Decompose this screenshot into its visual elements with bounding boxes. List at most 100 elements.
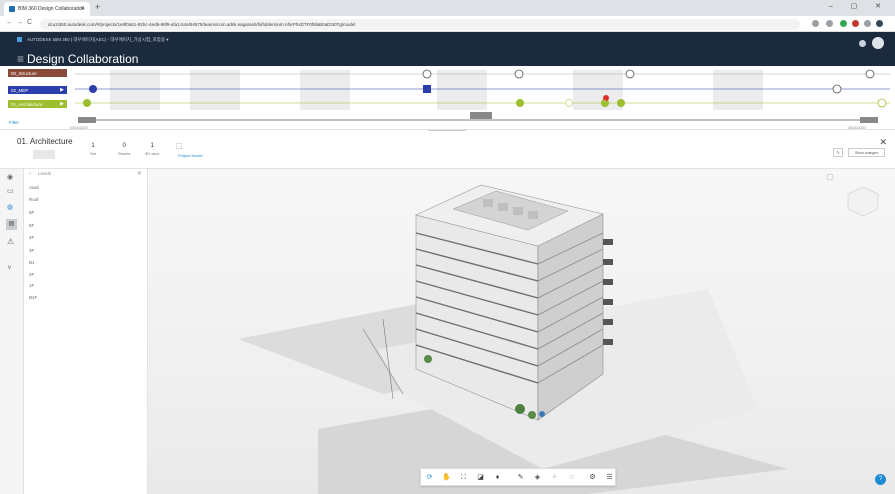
timeline-center-badge — [470, 112, 492, 119]
page-title: ≡ Design Collaboration — [17, 52, 138, 66]
section-tool-icon[interactable]: ◈ — [532, 472, 543, 483]
browser-tab-bar: BIM 360 Design Collaboration ✕ + – ▢ ✕ — [0, 0, 895, 16]
extension-icon[interactable] — [852, 20, 859, 27]
version-marker[interactable] — [565, 99, 573, 107]
level-item[interactable]: Roof — [29, 197, 39, 202]
profile-avatar[interactable] — [876, 20, 883, 27]
module-title: Design Collaboration — [27, 52, 139, 66]
properties-icon[interactable]: ☰ — [604, 472, 615, 483]
address-bar-row: ← → C dcu2i360.autodesk.com/#/projects/1… — [0, 16, 895, 32]
measure-tool-icon[interactable]: ✎ — [515, 472, 526, 483]
extension-icon[interactable] — [812, 20, 819, 27]
level-item[interactable]: 6F — [29, 210, 34, 215]
camera-icon[interactable]: ◪ — [475, 472, 486, 483]
version-marker[interactable] — [877, 98, 887, 108]
new-tab-button[interactable]: + — [95, 3, 100, 12]
reload-icon[interactable]: C — [27, 19, 32, 26]
browser-tab[interactable]: BIM 360 Design Collaboration ✕ — [4, 2, 90, 16]
range-end-date: 05/15/2020 — [848, 126, 866, 130]
tree — [515, 404, 525, 414]
play-icon: ▶ — [60, 87, 64, 93]
section-icon[interactable]: ▤ — [6, 219, 17, 230]
version-marker[interactable] — [516, 99, 524, 107]
level-item[interactable]: B1 — [29, 260, 35, 265]
extension-icon[interactable] — [840, 20, 847, 27]
level-item[interactable]: 2F — [29, 272, 34, 277]
timeline-band — [437, 70, 487, 110]
model-viewer[interactable] — [148, 169, 895, 494]
version-marker[interactable] — [423, 85, 431, 93]
roof-unit — [483, 199, 493, 207]
levels-icon[interactable]: ◍ — [7, 203, 13, 211]
walk-icon[interactable]: ♦ — [492, 472, 503, 483]
timeline-band — [300, 70, 350, 110]
project-selector[interactable]: | 대우에이치(AEC) - 대우에이치_가상시험_포함용 ▾ — [71, 37, 169, 42]
close-panel-button[interactable]: ✕ — [879, 137, 887, 148]
sheets-icon[interactable]: ▭ — [7, 187, 14, 195]
eye-icon[interactable]: ◉ — [7, 173, 13, 181]
timeline-panel: 1 — [0, 66, 895, 130]
view-cube-icon[interactable] — [847, 186, 879, 217]
measure-icon[interactable]: ᵛ — [8, 263, 11, 273]
markup-icon[interactable]: ◌ — [566, 472, 577, 483]
level-item[interactable]: 1F — [29, 283, 34, 288]
hamburger-menu-icon[interactable]: ≡ — [17, 52, 24, 66]
level-item[interactable]: 3F — [29, 248, 34, 253]
roof-unit — [513, 207, 523, 215]
range-start-handle[interactable] — [78, 117, 96, 123]
package-thumbnail — [33, 150, 55, 159]
model-icon: ⬚ — [176, 143, 183, 150]
level-item[interactable]: B1F — [29, 295, 37, 300]
home-view-icon[interactable] — [826, 173, 834, 181]
level-item[interactable]: 5F — [29, 223, 34, 228]
version-marker[interactable] — [83, 99, 91, 107]
show-changes-button[interactable]: Show changes — [848, 148, 885, 157]
url-input[interactable]: dcu2i360.autodesk.com/#/projects/1e8f0a5… — [40, 19, 800, 30]
package-architecture[interactable]: 01_Architecture ▶ — [8, 100, 67, 108]
back-icon[interactable]: ← — [6, 19, 13, 26]
settings-icon[interactable]: ⚙ — [587, 472, 598, 483]
range-start-date: 03/15/2020 — [70, 126, 88, 130]
tree — [424, 355, 432, 363]
filter-link[interactable]: Filter — [9, 120, 19, 125]
version-marker[interactable] — [865, 69, 875, 79]
building-model-render — [238, 173, 879, 494]
bookmark-star-icon[interactable] — [826, 20, 833, 27]
project-model-link[interactable]: Project Model — [178, 153, 202, 158]
version-marker[interactable] — [832, 84, 842, 94]
help-button[interactable]: ? — [875, 474, 886, 485]
close-levels-icon[interactable]: ✕ — [137, 170, 142, 177]
brand-row: AUTODESK BIM 360 | 대우에이치(AEC) - 대우에이치_가상… — [17, 37, 169, 43]
help-icon[interactable] — [859, 40, 866, 47]
favicon-icon — [9, 6, 15, 12]
pan-icon[interactable]: ✋ — [441, 472, 452, 483]
version-marker[interactable] — [89, 85, 97, 93]
level-item[interactable]: 4F — [29, 235, 34, 240]
version-marker[interactable] — [514, 69, 524, 79]
extension-icon[interactable] — [864, 20, 871, 27]
tree — [528, 411, 536, 419]
explode-icon[interactable]: ⁘ — [549, 472, 560, 483]
warning-icon[interactable]: ⚠ — [7, 237, 14, 246]
left-toolbar: ◉ ▭ ◍ ▤ ⚠ ᵛ — [0, 169, 24, 494]
version-marker[interactable] — [422, 69, 432, 79]
viewer-toolbar: ⟳ ✋ ⛶ ◪ ♦ ✎ ◈ ⁘ ◌ ⚙ ☰ — [420, 468, 616, 486]
user-avatar[interactable] — [872, 37, 884, 49]
version-marker[interactable] — [625, 69, 635, 79]
package-mep[interactable]: 02_MEP ▶ — [8, 86, 67, 94]
orbit-icon[interactable]: ⟳ — [424, 472, 435, 483]
zoom-fit-icon[interactable]: ⛶ — [458, 472, 469, 483]
package-structure[interactable]: 00_Structure — [8, 69, 67, 77]
level-item[interactable]: Avail — [29, 185, 39, 190]
tab-title: BIM 360 Design Collaboration — [18, 6, 85, 12]
range-end-handle[interactable] — [860, 117, 878, 123]
forward-icon[interactable]: → — [16, 19, 23, 26]
notification-count: 1 — [604, 99, 606, 103]
brand-name: AUTODESK BIM 360 — [27, 37, 70, 42]
close-tab-icon[interactable]: ✕ — [80, 5, 85, 12]
version-marker[interactable] — [617, 99, 625, 107]
entrance-marker — [539, 411, 545, 417]
edit-icon[interactable]: ✎ — [833, 148, 843, 157]
window-controls[interactable]: – ▢ ✕ — [829, 2, 889, 10]
roof-unit — [528, 211, 538, 219]
